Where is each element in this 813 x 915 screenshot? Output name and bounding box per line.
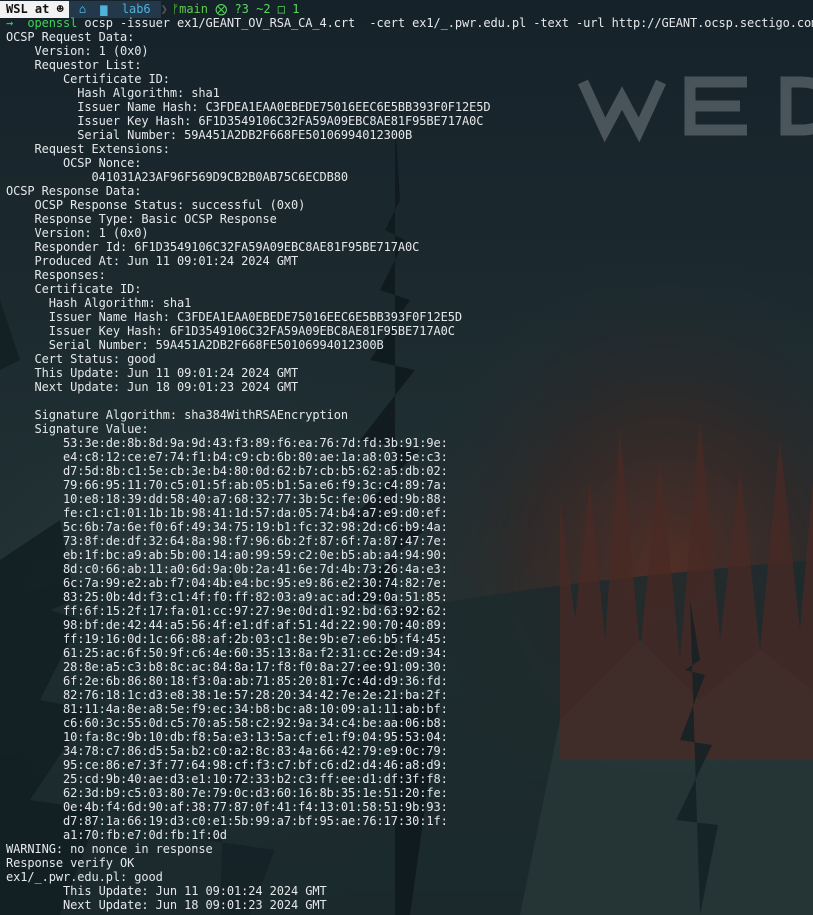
output-line: This Update: Jun 11 09:01:24 2024 GMT	[6, 366, 299, 380]
output-line: WARNING: no nonce in response	[6, 842, 213, 856]
output-line: 25:cd:9b:40:ae:d3:e1:10:72:33:b2:c3:ff:e…	[6, 772, 448, 786]
output-line: Serial Number: 59A451A2DB2F668FE50106994…	[6, 128, 413, 142]
output-line: d7:87:1a:66:19:d3:c0:e1:5b:99:a7:bf:95:a…	[6, 814, 448, 828]
folder-icon: ▆	[100, 1, 108, 16]
output-line: Signature Algorithm: sha384WithRSAEncryp…	[6, 408, 348, 422]
output-line: 10:fa:8c:9b:10:db:f8:5a:e3:13:5a:cf:e1:f…	[6, 730, 448, 744]
output-line: 83:25:0b:4d:f3:c1:4f:f0:ff:82:03:a9:ac:a…	[6, 590, 448, 604]
output-line: 6c:7a:99:e2:ab:f7:04:4b:e4:bc:95:e9:86:e…	[6, 576, 448, 590]
output-line: 61:25:ac:6f:50:9f:c6:4e:60:35:13:8a:f2:3…	[6, 646, 448, 660]
output-line: fe:c1:c1:01:1b:1b:98:41:1d:57:da:05:74:b…	[6, 506, 448, 520]
git-branch: main	[179, 1, 208, 16]
prompt-directory-segment: ▆ lab6	[96, 0, 161, 18]
output-line: 82:76:18:1c:d3:e8:38:1e:57:28:20:34:42:7…	[6, 688, 448, 702]
git-status: ⨂ ?3 ~2 □ 1	[215, 1, 300, 16]
output-line: 041031A23AF96F569D9CB2B0AB75C6ECDB80	[6, 170, 348, 184]
prompt-git-segment: ᚠmain ⨂ ?3 ~2 □ 1	[172, 1, 300, 18]
output-line: Signature Value:	[6, 422, 149, 436]
output-line: Response verify OK	[6, 856, 135, 870]
output-line: 98:bf:de:42:44:a5:56:4f:e1:df:af:51:4d:2…	[6, 618, 448, 632]
output-line: ff:6f:15:2f:17:fa:01:cc:97:27:9e:0d:d1:9…	[6, 604, 448, 618]
output-line: Next Update: Jun 18 09:01:23 2024 GMT	[6, 898, 327, 912]
output-line: ex1/_.pwr.edu.pl: good	[6, 870, 163, 884]
output-line: Issuer Name Hash: C3FDEA1EAA0EBEDE75016E…	[6, 100, 491, 114]
command-line: → openssl ocsp -issuer ex1/GEANT_OV_RSA_…	[6, 16, 813, 30]
output-line: 34:78:c7:86:d5:5a:b2:c0:a2:8c:83:4a:66:4…	[6, 744, 448, 758]
command-program: openssl	[27, 16, 78, 30]
prompt-arrow-icon: →	[6, 16, 14, 30]
output-line: OCSP Nonce:	[6, 156, 142, 170]
command-output: OCSP Request Data: Version: 1 (0x0) Requ…	[6, 30, 813, 912]
output-line: 81:11:4a:8e:a8:5e:f9:ec:34:b8:bc:a8:10:0…	[6, 702, 448, 716]
prompt-host-segment: WSL at ☻	[0, 0, 69, 18]
output-line: OCSP Response Data:	[6, 184, 142, 198]
git-branch-icon: ᚠ	[171, 1, 180, 16]
output-line: 10:e8:18:39:dd:58:40:a7:68:32:77:3b:5c:f…	[6, 492, 448, 506]
output-line: Request Extensions:	[6, 142, 170, 156]
output-line: Hash Algorithm: sha1	[6, 296, 192, 310]
output-line: Certificate ID:	[6, 72, 170, 86]
command-arguments: ocsp -issuer ex1/GEANT_OV_RSA_CA_4.crt -…	[77, 16, 813, 30]
output-line: Issuer Key Hash: 6F1D3549106C32FA59A09EB…	[6, 114, 484, 128]
output-line: eb:1f:bc:a9:ab:5b:00:14:a0:99:59:c2:0e:b…	[6, 548, 448, 562]
prompt-host: WSL at	[6, 1, 50, 16]
output-line: 53:3e:de:8b:8d:9a:9d:43:f3:89:f6:ea:76:7…	[6, 436, 448, 450]
output-line: OCSP Response Status: successful (0x0)	[6, 198, 306, 212]
output-line: Serial Number: 59A451A2DB2F668FE50106994…	[6, 338, 384, 352]
os-logo-icon: ☻	[56, 1, 64, 16]
output-line: This Update: Jun 11 09:01:24 2024 GMT	[6, 884, 327, 898]
output-line: Produced At: Jun 11 09:01:24 2024 GMT	[6, 254, 299, 268]
output-line: 8d:c0:66:ab:11:a0:6d:9a:0b:2a:41:6e:7d:4…	[6, 562, 448, 576]
output-line: Hash Algorithm: sha1	[6, 86, 220, 100]
output-line: 6f:2e:6b:86:80:18:f3:0a:ab:71:85:20:81:7…	[6, 674, 448, 688]
output-line: Requestor List:	[6, 58, 142, 72]
output-line: 95:ce:86:e7:3f:77:64:98:cf:f3:c7:bf:c6:d…	[6, 758, 448, 772]
output-line: Response Type: Basic OCSP Response	[6, 212, 277, 226]
output-line: e4:c8:12:ce:e7:74:f1:b4:c9:cb:6b:80:ae:1…	[6, 450, 448, 464]
output-line: c6:60:3c:55:0d:c5:70:a5:58:c2:92:9a:34:c…	[6, 716, 448, 730]
output-line: Version: 1 (0x0)	[6, 226, 149, 240]
output-line: Next Update: Jun 18 09:01:23 2024 GMT	[6, 380, 299, 394]
output-line: d7:5d:8b:c1:5e:cb:3e:b4:80:0d:62:b7:cb:b…	[6, 464, 448, 478]
output-line: Issuer Key Hash: 6F1D3549106C32FA59A09EB…	[6, 324, 455, 338]
terminal-output[interactable]: → openssl ocsp -issuer ex1/GEANT_OV_RSA_…	[6, 16, 813, 912]
output-line: 5c:6b:7a:6e:f0:6f:49:34:75:19:b1:fc:32:9…	[6, 520, 448, 534]
output-line: Certificate ID:	[6, 282, 142, 296]
output-line: 0e:4b:f4:6d:90:af:38:77:87:0f:41:f4:13:0…	[6, 800, 448, 814]
home-icon: ⌂	[68, 0, 97, 18]
output-line: Responses:	[6, 268, 106, 282]
output-line: Cert Status: good	[6, 352, 156, 366]
output-line: 28:8e:a5:c3:b8:8c:ac:84:8a:17:f8:f0:8a:2…	[6, 660, 448, 674]
output-line: Issuer Name Hash: C3FDEA1EAA0EBEDE75016E…	[6, 310, 462, 324]
output-line: Version: 1 (0x0)	[6, 44, 149, 58]
output-line: ff:19:16:0d:1c:66:88:af:2b:03:c1:8e:9b:e…	[6, 632, 448, 646]
output-line: 73:8f:de:df:32:64:8a:98:f7:96:6b:2f:87:6…	[6, 534, 448, 548]
prompt-directory: lab6	[121, 1, 151, 16]
output-line: a1:70:fb:e7:0d:fb:1f:0d	[6, 828, 227, 842]
output-line: Responder Id: 6F1D3549106C32FA59A09EBC8A…	[6, 240, 420, 254]
output-line: 79:66:95:11:70:c5:01:5f:ab:05:b1:5a:e6:f…	[6, 478, 448, 492]
output-line: 62:3d:b9:c5:03:80:7e:79:0c:d3:60:16:8b:3…	[6, 786, 448, 800]
output-line: OCSP Request Data:	[6, 30, 135, 44]
